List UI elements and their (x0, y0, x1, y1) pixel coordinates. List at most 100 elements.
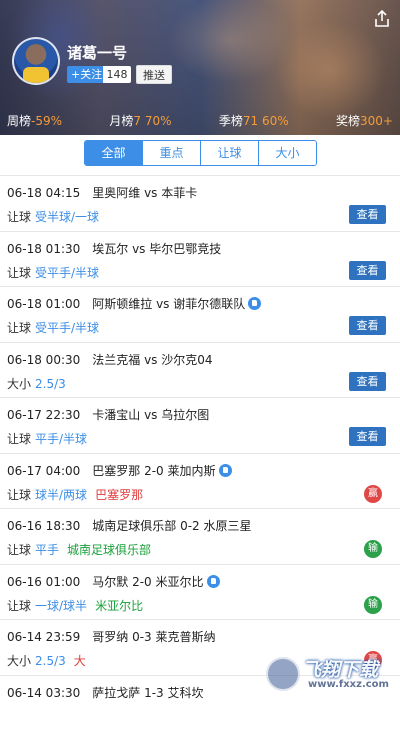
match-time: 06-14 03:30 (7, 686, 80, 700)
match-header: 06-14 03:30 萨拉戈萨 1-3 艾科坎 (7, 684, 204, 701)
match-pick: 让球受半球/一球 (7, 208, 99, 225)
match-pick: 让球平手/半球 (7, 430, 87, 447)
match-list: 06-18 04:15里奥阿维 vs 本菲卡让球受半球/一球查看06-18 01… (0, 175, 400, 730)
stat-award[interactable]: 奖榜300+ (336, 112, 393, 128)
match-header: 06-17 22:30 卡潘宝山 vs 乌拉尔图 (7, 406, 209, 423)
match-row[interactable]: 06-18 00:30 法兰克福 vs 沙尔克04 大小 2.5/3 查看 (0, 342, 400, 398)
match-teams: 萨拉戈萨 1-3 艾科坎 (92, 686, 203, 700)
follow-button[interactable]: +关注 (67, 66, 106, 83)
match-pick: 让球球半/两球巴塞罗那 (7, 486, 143, 503)
match-pick: 让球受平手/半球 (7, 319, 99, 336)
match-time: 06-18 04:15 (7, 186, 80, 200)
match-pick: 让球一球/球半米亚尔比 (7, 597, 143, 614)
match-row[interactable]: 06-16 18:30 城南足球俱乐部 0-2 水原三星让球平手城南足球俱乐部 输 (0, 508, 400, 564)
match-time: 06-16 01:00 (7, 575, 80, 589)
pick-value: 受半球/一球 (35, 210, 99, 224)
match-teams: 哥罗纳 0-3 莱克普斯纳 (92, 630, 215, 644)
watermark-text: 飞翔下载 (302, 655, 378, 682)
view-button[interactable]: 查看 (349, 261, 386, 280)
match-header: 06-18 01:30 埃瓦尔 vs 毕尔巴鄂竞技 (7, 240, 221, 257)
match-row[interactable]: 06-18 01:30 埃瓦尔 vs 毕尔巴鄂竞技让球受平手/半球 查看 (0, 231, 400, 287)
match-time: 06-17 22:30 (7, 408, 80, 422)
match-row[interactable]: 06-16 01:00 马尔默 2-0 米亚尔比让球一球/球半米亚尔比 输 (0, 564, 400, 620)
pick-value: 平手/半球 (35, 432, 87, 446)
pick-value: 2.5/3 (35, 377, 66, 391)
match-pick: 大小 2.5/3 (7, 375, 66, 392)
bet-type: 大小 (7, 377, 31, 391)
view-button[interactable]: 查看 (349, 205, 386, 224)
view-button[interactable]: 查看 (349, 316, 386, 335)
profile-header: 诸葛一号 +关注 148 推送 周榜-59% 月榜7 70% 季榜71 60% … (0, 0, 400, 135)
pick-value: 一球/球半 (35, 599, 87, 613)
match-row[interactable]: 06-17 04:00 巴塞罗那 2-0 莱加内斯让球球半/两球巴塞罗那 赢 (0, 453, 400, 509)
match-time: 06-18 01:00 (7, 297, 80, 311)
match-time: 06-18 00:30 (7, 353, 80, 367)
share-icon[interactable] (372, 9, 392, 29)
match-header: 06-17 04:00 巴塞罗那 2-0 莱加内斯 (7, 462, 232, 479)
view-button[interactable]: 查看 (349, 372, 386, 391)
match-time: 06-17 04:00 (7, 464, 80, 478)
picked-team: 巴塞罗那 (95, 488, 143, 502)
match-pick: 让球受平手/半球 (7, 264, 99, 281)
bet-type: 让球 (7, 321, 31, 335)
pick-value: 平手 (35, 543, 59, 557)
match-header: 06-18 04:15 里奥阿维 vs 本菲卡 (7, 184, 197, 201)
result-badge: 赢 (364, 485, 382, 503)
pick-value: 受平手/半球 (35, 266, 99, 280)
stat-monthly[interactable]: 月榜7 70% (109, 112, 171, 128)
match-header: 06-16 01:00 马尔默 2-0 米亚尔比 (7, 573, 220, 590)
bet-type: 让球 (7, 210, 31, 224)
thumbs-up-icon (248, 297, 261, 310)
avatar[interactable] (12, 37, 60, 85)
match-header: 06-18 00:30 法兰克福 vs 沙尔克04 (7, 351, 213, 368)
match-pick: 大小2.5/3大 (7, 652, 86, 669)
tab-all[interactable]: 全部 (85, 141, 142, 165)
match-row[interactable]: 06-18 04:15 里奥阿维 vs 本菲卡让球受半球/一球 查看 (0, 175, 400, 231)
match-time: 06-18 01:30 (7, 242, 80, 256)
pick-value: 2.5/3 (35, 654, 66, 668)
ranking-stats: 周榜-59% 月榜7 70% 季榜71 60% 奖榜300+ (0, 112, 400, 128)
tab-handicap[interactable]: 让球 (200, 141, 258, 165)
match-pick: 让球平手城南足球俱乐部 (7, 541, 151, 558)
tab-key[interactable]: 重点 (142, 141, 200, 165)
follow-count: 148 (103, 66, 131, 83)
match-teams: 马尔默 2-0 米亚尔比 (92, 575, 203, 589)
bet-type: 让球 (7, 599, 31, 613)
stat-season[interactable]: 季榜71 60% (219, 112, 289, 128)
thumbs-up-icon (207, 575, 220, 588)
tab-over-under[interactable]: 大小 (258, 141, 316, 165)
result-badge: 输 (364, 540, 382, 558)
thumbs-up-icon (219, 464, 232, 477)
match-row[interactable]: 06-18 01:00 阿斯顿维拉 vs 谢菲尔德联队让球受平手/半球 查看 (0, 286, 400, 342)
match-teams: 里奥阿维 vs 本菲卡 (92, 186, 197, 200)
bet-type: 让球 (7, 543, 31, 557)
picked-team: 米亚尔比 (95, 599, 143, 613)
bet-type: 让球 (7, 432, 31, 446)
watermark-url: www.fxxz.com (308, 679, 389, 690)
bet-type: 让球 (7, 266, 31, 280)
stat-weekly[interactable]: 周榜-59% (7, 112, 62, 128)
match-teams: 法兰克福 vs 沙尔克04 (92, 353, 212, 367)
result-badge: 输 (364, 596, 382, 614)
bet-type: 让球 (7, 488, 31, 502)
match-teams: 卡潘宝山 vs 乌拉尔图 (92, 408, 209, 422)
match-pick (7, 708, 11, 722)
match-header: 06-16 18:30 城南足球俱乐部 0-2 水原三星 (7, 517, 252, 534)
view-button[interactable]: 查看 (349, 427, 386, 446)
bet-type: 大小 (7, 654, 31, 668)
match-header: 06-14 23:59 哥罗纳 0-3 莱克普斯纳 (7, 628, 216, 645)
username: 诸葛一号 (67, 42, 127, 63)
picked-team: 城南足球俱乐部 (67, 543, 151, 557)
pick-value: 球半/两球 (35, 488, 87, 502)
match-teams: 巴塞罗那 2-0 莱加内斯 (92, 464, 215, 478)
match-teams: 阿斯顿维拉 vs 谢菲尔德联队 (92, 297, 245, 311)
match-teams: 埃瓦尔 vs 毕尔巴鄂竞技 (92, 242, 221, 256)
match-teams: 城南足球俱乐部 0-2 水原三星 (92, 519, 251, 533)
match-time: 06-14 23:59 (7, 630, 80, 644)
match-header: 06-18 01:00 阿斯顿维拉 vs 谢菲尔德联队 (7, 295, 261, 312)
push-button[interactable]: 推送 (136, 65, 172, 84)
filter-tabs: 全部 重点 让球 大小 (84, 140, 317, 166)
match-row[interactable]: 06-17 22:30卡潘宝山 vs 乌拉尔图让球平手/半球查看 (0, 397, 400, 453)
watermark-logo-icon (266, 657, 300, 691)
match-time: 06-16 18:30 (7, 519, 80, 533)
